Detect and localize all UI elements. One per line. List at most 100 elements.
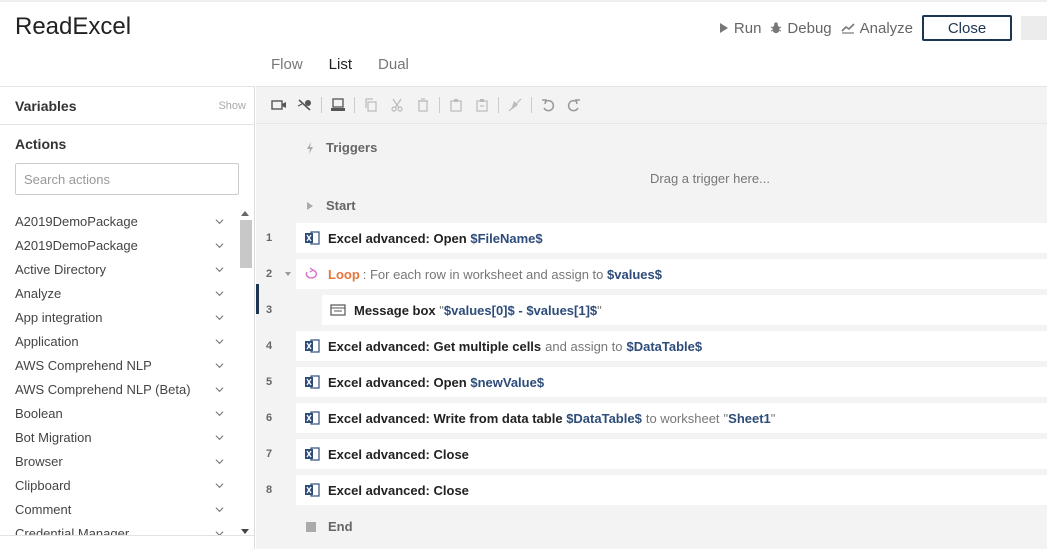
step-card[interactable]: Excel advanced: Write from data table $D… bbox=[296, 403, 1047, 433]
sidebar-item-active-directory[interactable]: Active Directory bbox=[0, 257, 255, 281]
step-number: 4 bbox=[266, 340, 273, 352]
message-box-icon bbox=[330, 304, 346, 316]
step-row[interactable]: 7 Excel advanced: Close bbox=[256, 439, 1047, 469]
scroll-up-icon[interactable] bbox=[241, 211, 249, 216]
loop-keyword: Loop bbox=[328, 266, 360, 282]
cut-icon[interactable] bbox=[384, 95, 410, 115]
copy-icon[interactable] bbox=[358, 95, 384, 115]
toolbar-divider bbox=[531, 97, 532, 113]
editor-toolbar bbox=[256, 87, 1047, 124]
action-label: Application bbox=[15, 333, 79, 349]
step-row[interactable]: 3 Message box " $values[0]$ - $values[1]$… bbox=[256, 295, 1047, 325]
page-title: ReadExcel bbox=[15, 13, 132, 40]
tab-flow[interactable]: Flow bbox=[260, 52, 314, 88]
stop-icon bbox=[306, 521, 316, 532]
sidebar-item-aws-comprehend-nlp[interactable]: AWS Comprehend NLP bbox=[0, 353, 255, 377]
step-row[interactable]: 1 Excel advanced: Open $FileName$ bbox=[256, 223, 1047, 253]
step-row[interactable]: 2 Loop: For each row in worksheet and as… bbox=[256, 259, 1047, 289]
step-card[interactable]: Excel advanced: Close bbox=[296, 475, 1047, 505]
action-label: Boolean bbox=[15, 405, 63, 421]
actions-scrollbar[interactable] bbox=[239, 209, 253, 536]
end-section: End bbox=[306, 519, 353, 534]
tab-dual[interactable]: Dual bbox=[367, 52, 420, 88]
sidebar: Variables Show Actions A2019DemoPackage … bbox=[0, 86, 255, 549]
wand-icon[interactable] bbox=[292, 95, 318, 115]
step-number: 5 bbox=[266, 376, 273, 388]
step-card[interactable]: Excel advanced: Get multiple cells and as… bbox=[296, 331, 1047, 361]
excel-icon bbox=[305, 375, 320, 389]
collapse-icon[interactable] bbox=[285, 272, 291, 276]
step-action: Message box bbox=[354, 302, 436, 318]
step-card[interactable]: Loop: For each row in worksheet and assi… bbox=[296, 259, 1047, 289]
sidebar-item-clipboard[interactable]: Clipboard bbox=[0, 473, 255, 497]
variables-header[interactable]: Variables Show bbox=[0, 87, 254, 125]
close-button[interactable]: Close bbox=[922, 15, 1012, 41]
undo-icon[interactable] bbox=[535, 95, 561, 115]
delete-icon[interactable] bbox=[410, 95, 436, 115]
paste-after-icon[interactable] bbox=[469, 95, 495, 115]
run-button[interactable]: Run bbox=[719, 20, 761, 37]
scroll-thumb[interactable] bbox=[240, 220, 252, 268]
header-actions: Run Debug Analyze Close bbox=[719, 15, 1047, 41]
triggers-section: Triggers bbox=[306, 140, 377, 155]
step-row[interactable]: 6 Excel advanced: Write from data table … bbox=[256, 403, 1047, 433]
debug-button[interactable]: Debug bbox=[770, 20, 832, 37]
step-card[interactable]: Message box " $values[0]$ - $values[1]$ " bbox=[322, 295, 1047, 325]
action-label: Active Directory bbox=[15, 261, 107, 277]
sidebar-item-browser[interactable]: Browser bbox=[0, 449, 255, 473]
step-row[interactable]: 8 Excel advanced: Close bbox=[256, 475, 1047, 505]
toolbar-divider bbox=[439, 97, 440, 113]
scroll-down-icon[interactable] bbox=[241, 529, 249, 534]
actions-list: A2019DemoPackage A2019DemoPackage Active… bbox=[0, 209, 255, 536]
step-card[interactable]: Excel advanced: Open $FileName$ bbox=[296, 223, 1047, 253]
action-label: App integration bbox=[15, 309, 103, 325]
step-variable: $FileName$ bbox=[470, 230, 543, 246]
chevron-down-icon bbox=[215, 362, 224, 368]
sidebar-item-a2019demopackage[interactable]: A2019DemoPackage bbox=[0, 209, 255, 233]
tab-list[interactable]: List bbox=[317, 52, 364, 88]
trigger-drop-zone[interactable]: Drag a trigger here... bbox=[650, 171, 770, 186]
play-icon bbox=[719, 23, 728, 33]
header-extra-button[interactable] bbox=[1021, 16, 1047, 40]
step-row[interactable]: 4 Excel advanced: Get multiple cells and … bbox=[256, 331, 1047, 361]
sidebar-item-comment[interactable]: Comment bbox=[0, 497, 255, 521]
header-bar: ReadExcel Run Debug Analyze Close Flow L… bbox=[0, 0, 1047, 88]
sidebar-item-credential-manager[interactable]: Credential Manager bbox=[0, 521, 255, 536]
sidebar-item-app-integration[interactable]: App integration bbox=[0, 305, 255, 329]
action-label: AWS Comprehend NLP (Beta) bbox=[15, 381, 191, 397]
sidebar-item-aws-comprehend-nlp-beta[interactable]: AWS Comprehend NLP (Beta) bbox=[0, 377, 255, 401]
action-label: Clipboard bbox=[15, 477, 71, 493]
search-actions-input[interactable] bbox=[15, 163, 239, 195]
action-label: A2019DemoPackage bbox=[15, 237, 138, 253]
end-label: End bbox=[328, 519, 353, 534]
chevron-down-icon bbox=[215, 290, 224, 296]
excel-icon bbox=[305, 483, 320, 497]
sheet-name: Sheet1 bbox=[728, 410, 771, 426]
paste-before-icon[interactable] bbox=[443, 95, 469, 115]
step-action: Excel advanced: Close bbox=[328, 446, 469, 462]
step-row[interactable]: 5 Excel advanced: Open $newValue$ bbox=[256, 367, 1047, 397]
sidebar-item-application[interactable]: Application bbox=[0, 329, 255, 353]
redo-icon[interactable] bbox=[561, 95, 587, 115]
sidebar-item-analyze[interactable]: Analyze bbox=[0, 281, 255, 305]
step-description: to worksheet bbox=[645, 410, 720, 426]
triggers-label: Triggers bbox=[326, 140, 378, 155]
step-description: and assign to bbox=[545, 338, 623, 354]
step-separator: - bbox=[518, 302, 523, 318]
step-action: Excel advanced: Open bbox=[328, 230, 467, 246]
chevron-down-icon bbox=[215, 338, 224, 344]
sidebar-item-bot-migration[interactable]: Bot Migration bbox=[0, 425, 255, 449]
record-icon[interactable] bbox=[266, 95, 292, 115]
step-number: 2 bbox=[266, 268, 273, 280]
action-label: AWS Comprehend NLP bbox=[15, 357, 152, 373]
step-card[interactable]: Excel advanced: Close bbox=[296, 439, 1047, 469]
variables-title: Variables bbox=[15, 97, 77, 114]
sidebar-item-a2019demopackage[interactable]: A2019DemoPackage bbox=[0, 233, 255, 257]
analyze-button[interactable]: Analyze bbox=[841, 20, 913, 37]
disable-icon[interactable] bbox=[502, 95, 528, 115]
step-description: : For each row in worksheet and assign t… bbox=[362, 266, 604, 282]
sidebar-item-boolean[interactable]: Boolean bbox=[0, 401, 255, 425]
recorder-icon[interactable] bbox=[325, 95, 351, 115]
variables-show-link[interactable]: Show bbox=[218, 100, 246, 112]
step-card[interactable]: Excel advanced: Open $newValue$ bbox=[296, 367, 1047, 397]
